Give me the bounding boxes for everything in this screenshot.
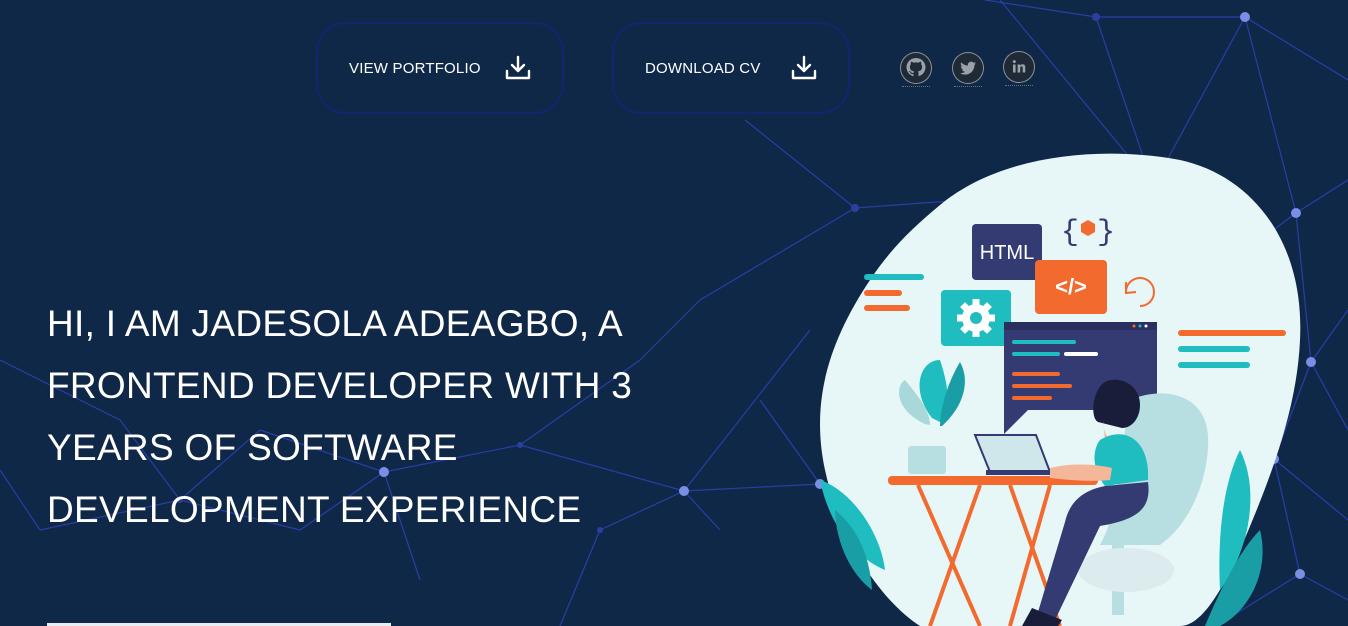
download-icon [791, 55, 817, 80]
view-portfolio-button[interactable]: VIEW PORTFOLIO [316, 22, 564, 114]
hero-line: HI, I AM JADESOLA ADEAGBO, A [47, 303, 623, 344]
hero-headline: HI, I AM JADESOLA ADEAGBO, A FRONTEND DE… [47, 293, 687, 541]
download-icon [505, 55, 531, 80]
html-badge-text: HTML [980, 242, 1034, 264]
code-badge-text: </> [1055, 274, 1087, 299]
linkedin-link[interactable] [1003, 51, 1035, 86]
hero-line: FRONTEND DEVELOPER WITH 3 [47, 365, 633, 406]
view-portfolio-label: VIEW PORTFOLIO [349, 59, 481, 77]
github-link[interactable] [900, 52, 932, 87]
hero-line: YEARS OF SOFTWARE [47, 427, 458, 468]
gear-icon [957, 299, 995, 337]
download-cv-button[interactable]: DOWNLOAD CV [612, 22, 850, 114]
github-icon [901, 53, 931, 83]
twitter-icon [953, 53, 983, 83]
twitter-link[interactable] [952, 52, 984, 87]
download-cv-label: DOWNLOAD CV [645, 59, 761, 77]
developer-illustration: HTML </> { } [820, 153, 1301, 626]
hero-line: DEVELOPMENT EXPERIENCE [47, 489, 582, 530]
linkedin-icon [1004, 52, 1034, 82]
